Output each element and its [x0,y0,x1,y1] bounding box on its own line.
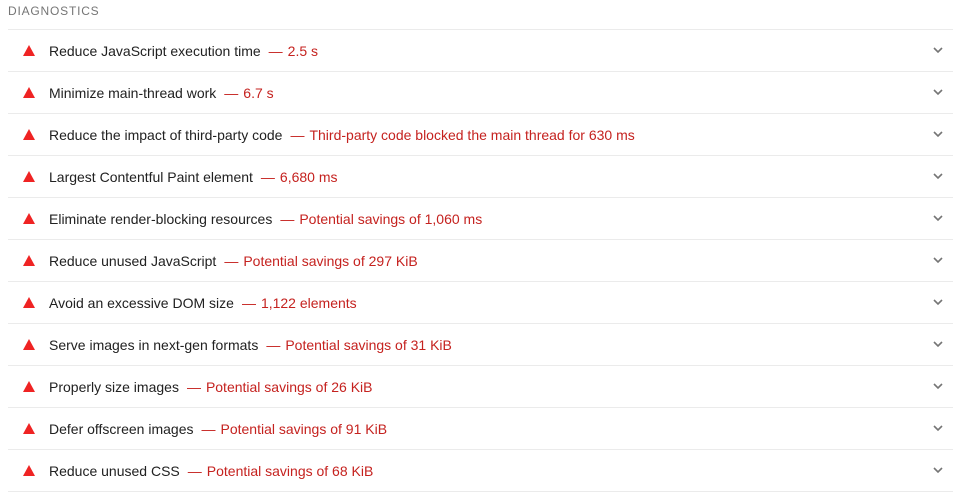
audit-row-dom-size[interactable]: Avoid an excessive DOM size —1,122 elemen… [8,282,953,324]
audit-value: Potential savings of 26 KiB [205,379,373,395]
audit-list: Reduce JavaScript execution time —2.5 s M… [8,29,953,492]
chevron-down-icon[interactable] [932,128,944,140]
audit-value: Potential savings of 297 KiB [243,253,418,269]
audit-value: Potential savings of 1,060 ms [299,211,483,227]
audit-title: Properly size images [49,379,179,395]
warning-triangle-icon [23,171,35,182]
audit-row-render-blocking[interactable]: Eliminate render-blocking resources — Pote… [8,198,953,240]
audit-title: Reduce JavaScript execution time [49,43,261,59]
audit-separator: — [241,295,256,311]
chevron-down-icon[interactable] [932,44,944,56]
audit-row-lcp-element[interactable]: Largest Contentful Paint element —6,680 m… [8,156,953,198]
audit-separator: — [224,253,239,269]
audit-row-unused-javascript[interactable]: Reduce unused JavaScript — Potential savin… [8,240,953,282]
chevron-down-icon[interactable] [932,212,944,224]
warning-triangle-icon [23,297,35,308]
audit-separator: — [186,379,201,395]
chevron-down-icon[interactable] [932,422,944,434]
warning-triangle-icon [23,423,35,434]
chevron-down-icon[interactable] [932,338,944,350]
audit-title: Reduce unused CSS [49,463,180,479]
audit-title: Minimize main-thread work [49,85,217,101]
audit-separator: — [224,85,239,101]
warning-triangle-icon [23,381,35,392]
audit-title: Serve images in next-gen formats [49,337,259,353]
section-title: DIAGNOSTICS [8,4,100,18]
warning-triangle-icon [23,339,35,350]
audit-row-offscreen-images[interactable]: Defer offscreen images — Potential savings… [8,408,953,450]
audit-separator: — [260,169,275,185]
audit-separator: — [266,337,281,353]
audit-row-unused-css[interactable]: Reduce unused CSS — Potential savings of 6… [8,450,953,492]
audit-separator: — [187,463,202,479]
audit-value: 6,680 ms [279,169,338,185]
warning-triangle-icon [23,255,35,266]
warning-triangle-icon [23,87,35,98]
audit-value: Third-party code blocked the main thread… [309,127,635,143]
audit-title: Reduce unused JavaScript [49,253,217,269]
chevron-down-icon[interactable] [932,86,944,98]
audit-title: Largest Contentful Paint element [49,169,253,185]
audit-value: 2.5 s [287,43,319,59]
audit-value: 6.7 s [243,85,274,101]
audit-separator: — [268,43,283,59]
chevron-down-icon[interactable] [932,464,944,476]
audit-value: Potential savings of 31 KiB [285,337,452,353]
audit-value: Potential savings of 91 KiB [220,421,388,437]
warning-triangle-icon [23,213,35,224]
audit-separator: — [290,127,305,143]
audit-value: Potential savings of 68 KiB [206,463,374,479]
warning-triangle-icon [23,465,35,476]
chevron-down-icon[interactable] [932,296,944,308]
audit-title: Reduce the impact of third-party code [49,127,283,143]
chevron-down-icon[interactable] [932,380,944,392]
audit-separator: — [201,421,216,437]
chevron-down-icon[interactable] [932,254,944,266]
audit-row-next-gen-formats[interactable]: Serve images in next-gen formats — Potenti… [8,324,953,366]
audit-title: Defer offscreen images [49,421,194,437]
audit-title: Eliminate render-blocking resources [49,211,273,227]
audit-title: Avoid an excessive DOM size [49,295,234,311]
warning-triangle-icon [23,129,35,140]
audit-row-main-thread-work[interactable]: Minimize main-thread work —6.7 s [8,72,953,114]
audit-row-size-images[interactable]: Properly size images — Potential savings o… [8,366,953,408]
audit-row-js-execution-time[interactable]: Reduce JavaScript execution time —2.5 s [8,30,953,72]
chevron-down-icon[interactable] [932,170,944,182]
audit-separator: — [280,211,295,227]
warning-triangle-icon [23,45,35,56]
audit-row-third-party-code[interactable]: Reduce the impact of third-party code — Th… [8,114,953,156]
audit-value: 1,122 elements [260,295,357,311]
